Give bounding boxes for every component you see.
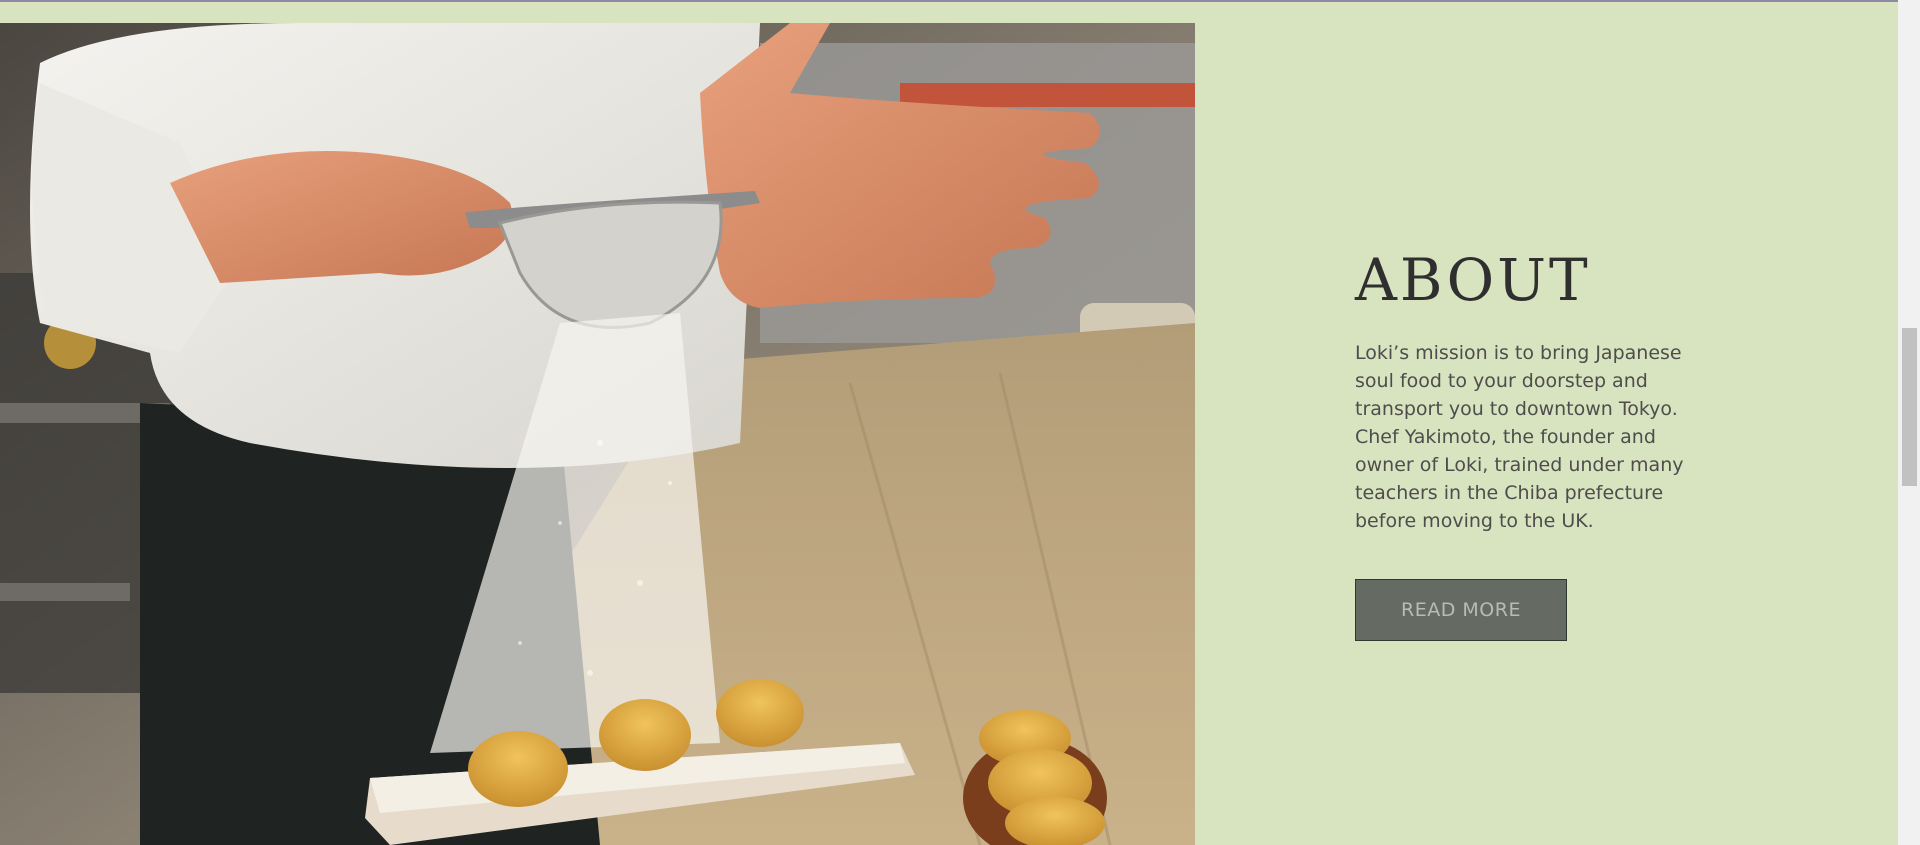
page: ABOUT Loki’s mission is to bring Japanes… xyxy=(0,0,1920,845)
read-more-button[interactable]: READ MORE xyxy=(1355,579,1567,641)
chef-photo xyxy=(0,23,1195,845)
about-description: Loki’s mission is to bring Japanese soul… xyxy=(1355,342,1684,532)
about-section: ABOUT Loki’s mission is to bring Japanes… xyxy=(1355,240,1755,641)
chef-photo-illustration xyxy=(0,23,1195,845)
top-divider xyxy=(0,0,1898,2)
about-heading: ABOUT xyxy=(1355,246,1591,314)
scrollbar-thumb[interactable] xyxy=(1902,328,1917,486)
vertical-scrollbar[interactable] xyxy=(1898,0,1920,845)
